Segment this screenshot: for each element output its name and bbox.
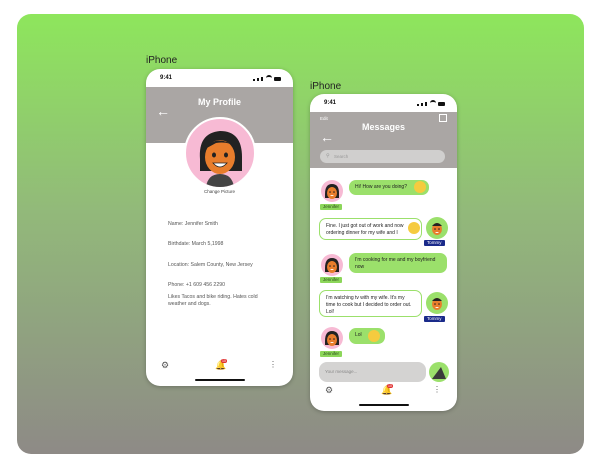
message-text: I'm cooking for me and my boyfriend now: [355, 257, 436, 270]
battery-icon: [438, 102, 445, 106]
message-text: Fine. I just got out of work and now ord…: [326, 223, 404, 236]
sender-tag: Jennifer: [320, 204, 343, 210]
status-icons: [417, 100, 445, 106]
edit-button[interactable]: Edit: [320, 116, 328, 121]
woman-face-icon: [325, 184, 339, 199]
frame-label-messages: iPhone: [310, 81, 342, 92]
sender-tag: Tommy: [424, 240, 445, 246]
laughing-emoji-icon: [368, 330, 380, 342]
avatar: [321, 180, 343, 202]
message-text: Lol: [355, 332, 362, 338]
woman-face-icon: [325, 258, 339, 273]
smiley-emoji-icon: [414, 181, 426, 193]
profile-phone: 9:41 ← My Profile Change Picture Name: J…: [146, 69, 293, 386]
notification-badge: 10: [221, 359, 227, 363]
wifi-icon: [266, 75, 272, 81]
sender-tag: Jennifer: [320, 277, 343, 283]
change-picture-link[interactable]: Change Picture: [146, 189, 293, 194]
status-icons: [253, 75, 281, 81]
send-icon: [432, 367, 446, 379]
message-bubble[interactable]: Fine. I just got out of work and now ord…: [319, 218, 422, 240]
settings-gear-icon[interactable]: ⚙: [161, 360, 169, 371]
compose-icon[interactable]: [439, 114, 447, 122]
messages-phone: 9:41 Edit ← Messages ⚲ Search Hi! How ar…: [310, 94, 457, 411]
bottom-nav: ⚙ 🔔 10 ⋮: [310, 383, 457, 411]
message-input-placeholder: Your message...: [325, 369, 358, 374]
sender-tag: Jennifer: [320, 351, 343, 357]
design-canvas: [17, 14, 584, 454]
more-options-icon[interactable]: ⋮: [433, 385, 441, 394]
woman-face-icon: [199, 131, 242, 187]
home-indicator: [358, 404, 409, 406]
location-field: Location: Salem County, New Jersey: [168, 262, 253, 268]
search-icon: ⚲: [326, 153, 330, 159]
phone-field: Phone: +1 609 456 2290: [168, 282, 225, 288]
woman-face-icon: [325, 331, 339, 346]
more-options-icon[interactable]: ⋮: [269, 360, 277, 369]
wifi-icon: [430, 100, 436, 106]
birthdate-field: Birthdate: March 5,1998: [168, 241, 224, 247]
home-indicator: [194, 379, 245, 381]
message-bubble[interactable]: I'm watching tv with my wife. It's my ti…: [319, 290, 422, 317]
sunglasses-emoji-icon: [408, 222, 420, 234]
sender-tag: Tommy: [424, 316, 445, 322]
message-text: Hi! How are you doing?: [355, 184, 407, 190]
likes-field: Likes Tacos and bike riding. Hates cold …: [168, 294, 258, 307]
page-title: My Profile: [197, 97, 241, 107]
avatar: [321, 327, 343, 349]
avatar: [426, 292, 448, 314]
send-button[interactable]: [429, 362, 449, 382]
message-input[interactable]: Your message...: [319, 362, 426, 382]
bottom-nav: ⚙ 🔔 10 ⋮: [146, 358, 293, 386]
avatar: [426, 217, 448, 239]
settings-gear-icon[interactable]: ⚙: [325, 385, 333, 396]
status-bar: 9:41: [310, 94, 457, 112]
battery-icon: [274, 77, 281, 81]
man-face-icon: [432, 223, 442, 235]
page-title: Messages: [361, 122, 406, 132]
message-text: I'm watching tv with my wife. It's my ti…: [326, 295, 412, 315]
notification-badge: 10: [387, 384, 393, 388]
status-time: 9:41: [324, 100, 337, 106]
profile-avatar[interactable]: [184, 117, 256, 189]
message-bubble[interactable]: I'm cooking for me and my boyfriend now: [349, 253, 447, 273]
frame-label-profile: iPhone: [146, 55, 178, 66]
status-time: 9:41: [160, 75, 173, 81]
man-face-icon: [432, 298, 442, 310]
avatar: [321, 254, 343, 276]
search-bar[interactable]: ⚲ Search: [320, 150, 445, 163]
status-bar: 9:41: [146, 69, 293, 87]
search-input: Search: [334, 154, 349, 159]
name-field: Name: Jennifer Smith: [168, 221, 218, 227]
